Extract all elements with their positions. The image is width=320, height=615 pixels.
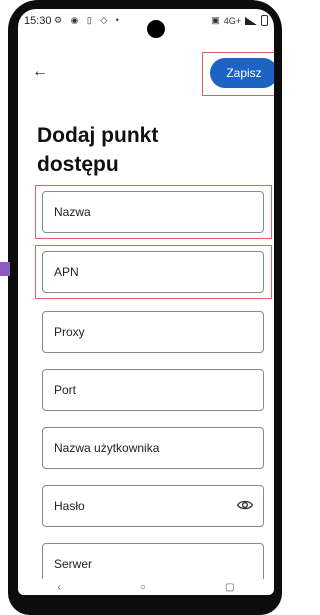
status-right: ▣ 4G+ <box>211 15 268 26</box>
page-title: Dodaj punkt dostępu <box>37 124 159 176</box>
name-field-label: Nazwa <box>54 205 91 219</box>
save-button[interactable]: Zapisz <box>210 58 274 88</box>
signal-icon <box>245 16 257 25</box>
server-field-label: Serwer <box>54 557 93 571</box>
back-arrow-icon[interactable]: ← <box>32 63 48 81</box>
system-nav-bar: ‹ ○ ▢ <box>18 579 274 595</box>
apn-field-label: APN <box>54 265 79 279</box>
phone-screen: 15:30 ⚙ ◉ ▯ ◇ • ▣ 4G+ ← Zapisz Dodaj pun… <box>18 9 274 595</box>
nav-home-icon[interactable]: ○ <box>140 582 146 593</box>
nfc-icon: ▣ <box>211 15 220 25</box>
decorative-tab <box>0 262 10 276</box>
username-field-label: Nazwa użytkownika <box>54 441 160 455</box>
proxy-field[interactable]: Proxy <box>42 311 264 353</box>
status-time: 15:30 <box>24 15 52 27</box>
port-field-label: Port <box>54 383 77 397</box>
camera-cutout <box>147 20 165 38</box>
apn-field[interactable]: APN <box>42 251 264 293</box>
username-field[interactable]: Nazwa użytkownika <box>42 427 264 469</box>
network-type: 4G+ <box>223 15 241 26</box>
nav-back-icon[interactable]: ‹ <box>58 582 61 593</box>
notification-icons: ⚙ ◉ ▯ ◇ • <box>54 15 122 25</box>
battery-icon <box>261 15 268 26</box>
status-bar: 15:30 ⚙ ◉ ▯ ◇ • ▣ 4G+ <box>18 9 274 38</box>
name-field[interactable]: Nazwa <box>42 191 264 233</box>
eye-icon[interactable] <box>237 497 253 513</box>
password-field-label: Hasło <box>54 499 85 513</box>
nav-recents-icon[interactable]: ▢ <box>225 582 234 593</box>
proxy-field-label: Proxy <box>54 325 85 339</box>
port-field[interactable]: Port <box>42 369 264 411</box>
password-field[interactable]: Hasło <box>42 485 264 527</box>
